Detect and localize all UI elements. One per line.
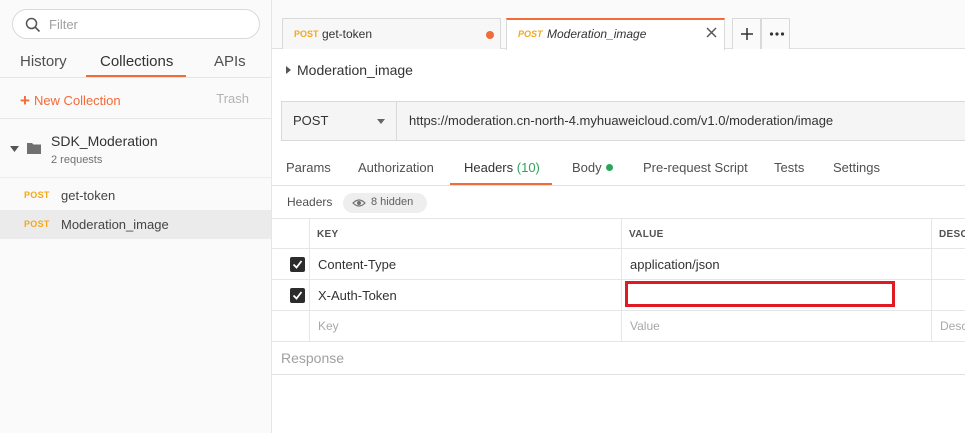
request-title[interactable]: Moderation_image xyxy=(286,62,413,78)
headers-count-badge: (10) xyxy=(516,160,540,175)
url-bar: POST https://moderation.cn-north-4.myhua… xyxy=(281,101,965,141)
checkbox-cell xyxy=(272,311,310,341)
value-column-header: VALUE xyxy=(622,219,932,248)
new-collection-button[interactable]: + New Collection xyxy=(20,90,121,110)
sidebar-tabs: History Collections APIs xyxy=(0,48,271,78)
key-column-header: KEY xyxy=(310,219,622,248)
plus-icon: + xyxy=(20,91,30,110)
header-key: X-Auth-Token xyxy=(318,288,397,303)
response-label: Response xyxy=(281,350,345,366)
tab-method-badge: POST xyxy=(518,29,543,39)
new-value-cell[interactable]: Value xyxy=(622,311,932,341)
request-method-badge: POST xyxy=(24,219,50,229)
hidden-headers-count: 8 hidden xyxy=(371,196,414,208)
chevron-down-icon xyxy=(377,119,385,124)
sidebar-request-get-token[interactable]: POST get-token xyxy=(0,181,271,210)
filter-input[interactable] xyxy=(49,15,249,33)
request-name: Moderation_image xyxy=(61,217,169,232)
header-key: Content-Type xyxy=(318,257,397,272)
column-label-description: DESCI xyxy=(939,229,965,240)
header-value: application/json xyxy=(630,257,720,272)
active-tab-indicator xyxy=(450,183,552,185)
tab-headers[interactable]: Headers (10) xyxy=(464,160,540,175)
more-dots-icon xyxy=(769,32,785,36)
sidebar: History Collections APIs +New Collection… xyxy=(0,0,272,433)
more-tabs-button[interactable] xyxy=(761,18,790,49)
request-name: get-token xyxy=(61,188,116,203)
new-collection-label: New Collection xyxy=(33,93,121,108)
request-tab-moderation-image[interactable]: POST Moderation_image xyxy=(506,18,725,50)
description-column-header: DESCI xyxy=(932,219,965,248)
response-section[interactable]: Response xyxy=(272,342,965,375)
folder-icon xyxy=(27,143,41,154)
body-indicator-dot xyxy=(605,164,613,171)
filter-box[interactable] xyxy=(12,9,260,39)
checkmark-icon xyxy=(292,291,303,300)
collection-request-count: 2 requests xyxy=(51,154,103,166)
tab-body[interactable]: Body xyxy=(572,160,613,175)
sidebar-actions: + New Collection Trash xyxy=(0,79,271,119)
request-title-text: Moderation_image xyxy=(297,62,413,78)
tab-name: Moderation_image xyxy=(547,27,647,41)
tab-headers-label: Headers xyxy=(464,160,514,175)
key-cell[interactable]: X-Auth-Token xyxy=(310,280,622,310)
table-header-row: KEY VALUE DESCI xyxy=(272,218,965,249)
method-select[interactable]: POST xyxy=(282,102,397,140)
trash-button[interactable]: Trash xyxy=(216,91,249,106)
tab-collections[interactable]: Collections xyxy=(100,53,173,70)
checkbox-cell xyxy=(272,280,310,310)
chevron-down-icon[interactable] xyxy=(10,144,19,153)
tab-prerequest-script[interactable]: Pre-request Script xyxy=(643,160,748,175)
request-tab-bar: POST get-token POST Moderation_image xyxy=(272,0,965,50)
tab-apis[interactable]: APIs xyxy=(214,53,246,70)
table-row-new: Key Value Desc xyxy=(272,311,965,342)
column-label-value: VALUE xyxy=(629,229,664,240)
collection-name: SDK_Moderation xyxy=(51,133,158,149)
request-config-tabs: Params Authorization Headers (10) Body P… xyxy=(272,152,965,186)
checkbox-column-header xyxy=(272,219,310,248)
new-tab-button[interactable] xyxy=(732,18,761,49)
checkbox-cell xyxy=(272,249,310,279)
table-row: Content-Type application/json xyxy=(272,249,965,280)
hidden-headers-toggle[interactable]: 8 hidden xyxy=(343,193,427,213)
highlight-box xyxy=(625,281,895,307)
value-placeholder: Value xyxy=(630,319,660,333)
search-icon xyxy=(25,17,41,33)
tab-authorization[interactable]: Authorization xyxy=(358,160,434,175)
row-enabled-checkbox[interactable] xyxy=(290,288,305,303)
key-placeholder: Key xyxy=(318,319,339,333)
request-method-badge: POST xyxy=(24,190,50,200)
caret-right-icon xyxy=(286,66,291,74)
checkmark-icon xyxy=(292,260,303,269)
tab-body-label: Body xyxy=(572,160,602,175)
tab-settings[interactable]: Settings xyxy=(833,160,880,175)
tab-name: get-token xyxy=(322,27,373,41)
tab-history[interactable]: History xyxy=(20,53,67,70)
description-cell[interactable] xyxy=(932,249,965,279)
unsaved-dot-icon xyxy=(486,31,494,39)
tab-tests[interactable]: Tests xyxy=(774,160,804,175)
row-enabled-checkbox[interactable] xyxy=(290,257,305,272)
plus-icon xyxy=(741,28,753,40)
eye-icon xyxy=(352,199,366,207)
column-label-key: KEY xyxy=(317,229,339,240)
tab-params[interactable]: Params xyxy=(286,160,331,175)
method-value: POST xyxy=(293,113,329,128)
active-tab-indicator xyxy=(86,75,186,77)
new-key-cell[interactable]: Key xyxy=(310,311,622,341)
collection-sdk-moderation[interactable]: SDK_Moderation 2 requests xyxy=(0,120,271,178)
headers-label: Headers xyxy=(287,195,333,209)
new-description-cell[interactable]: Desc xyxy=(932,311,965,341)
close-icon[interactable] xyxy=(705,26,718,39)
value-cell[interactable]: application/json xyxy=(622,249,932,279)
url-input[interactable]: https://moderation.cn-north-4.myhuaweicl… xyxy=(409,113,959,128)
key-cell[interactable]: Content-Type xyxy=(310,249,622,279)
tab-method-badge: POST xyxy=(294,29,319,39)
description-placeholder: Desc xyxy=(940,319,965,333)
description-cell[interactable] xyxy=(932,280,965,310)
request-tab-get-token[interactable]: POST get-token xyxy=(282,18,501,49)
sidebar-request-moderation-image[interactable]: POST Moderation_image xyxy=(0,210,271,239)
